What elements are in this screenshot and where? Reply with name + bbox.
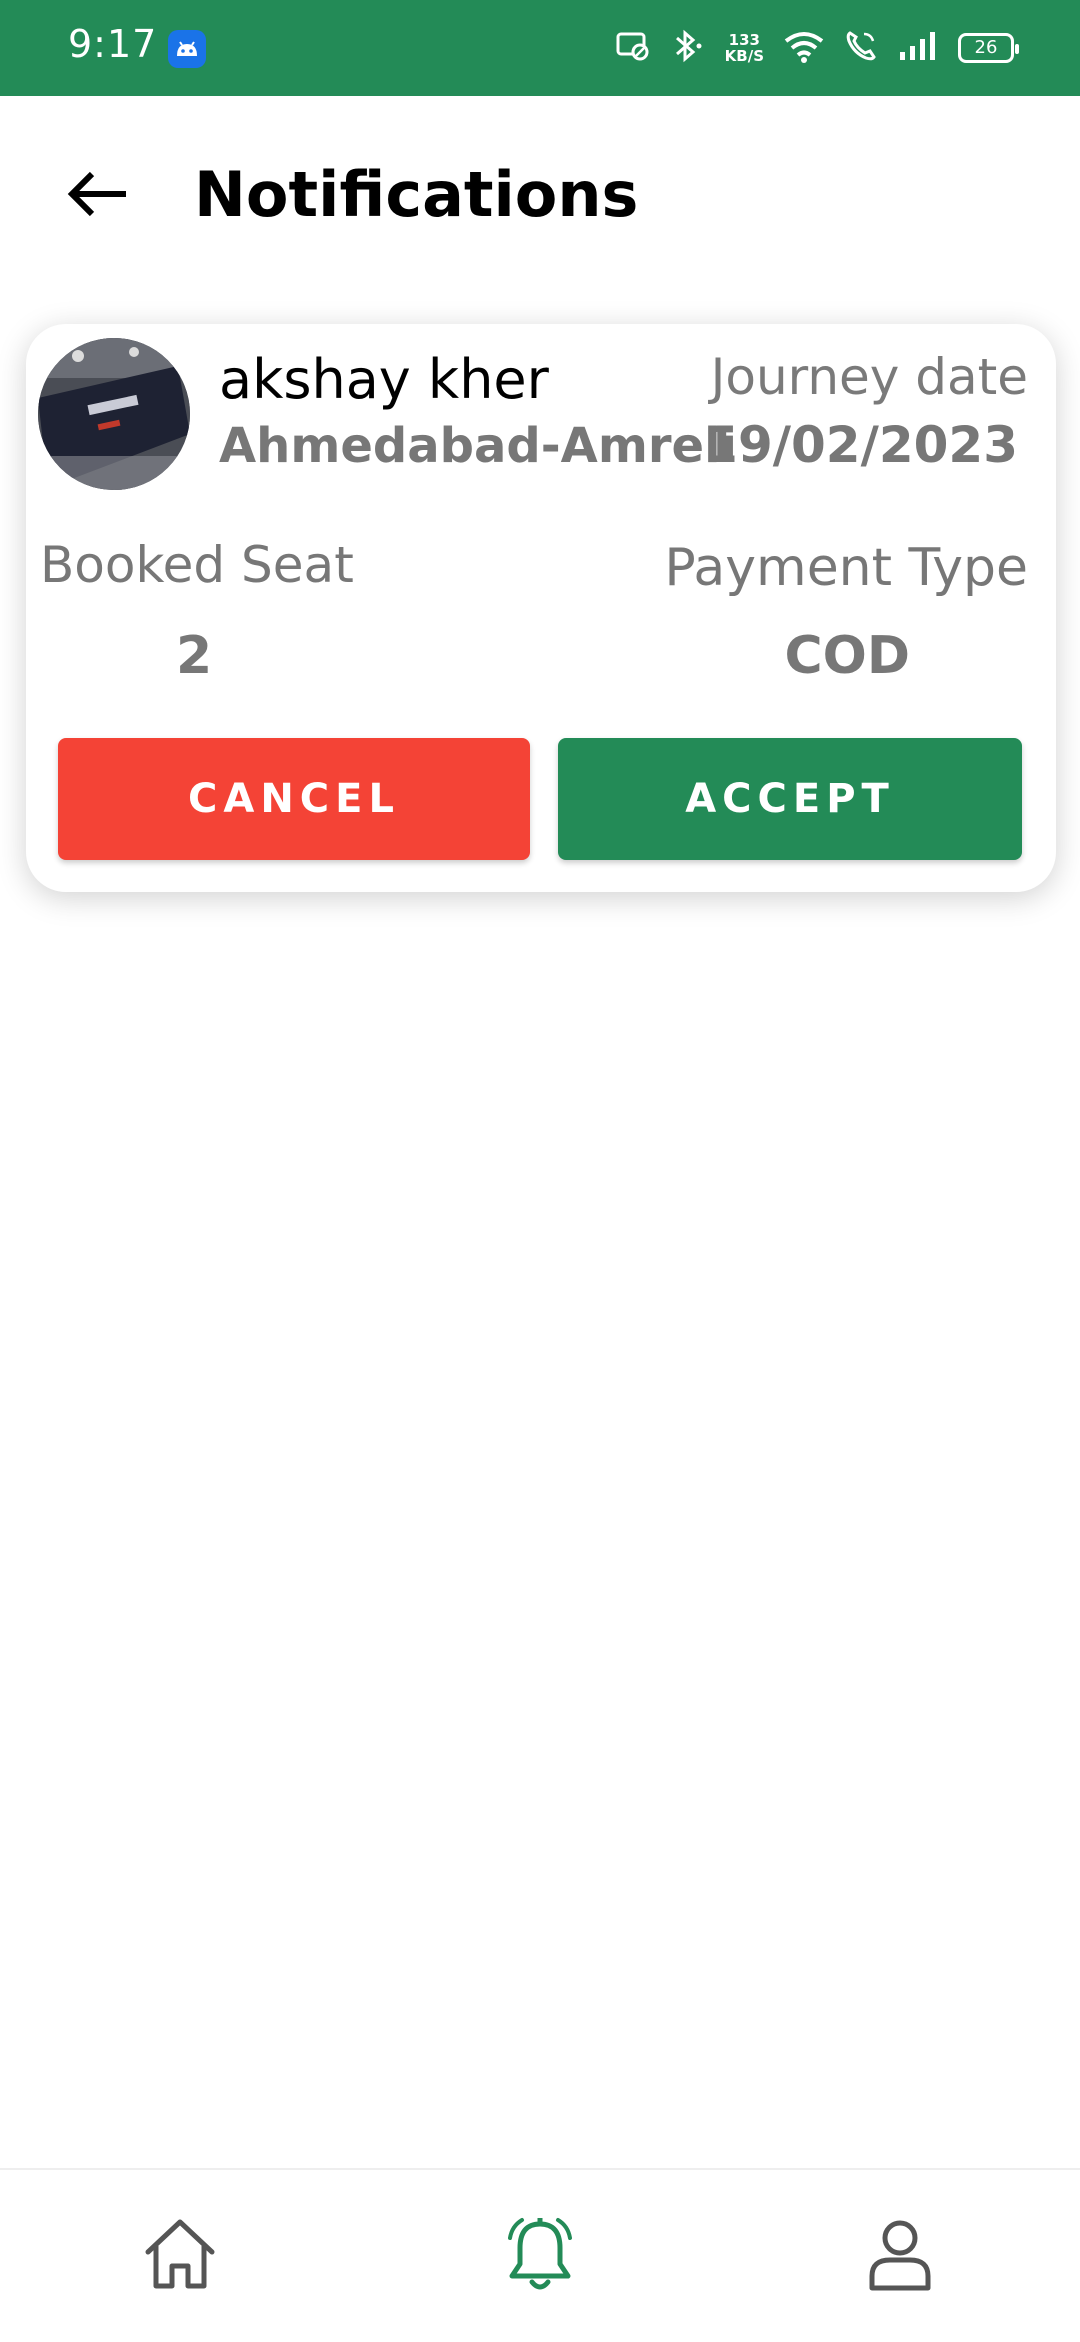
android-app-icon — [168, 30, 206, 68]
status-time: 9:17 — [68, 22, 158, 66]
booked-seat-label: Booked Seat — [40, 536, 354, 594]
bottom-nav — [0, 2168, 1080, 2340]
page-title: Notifications — [194, 158, 639, 231]
journey-date-label: Journey date — [710, 348, 1028, 406]
bell-icon — [500, 2214, 580, 2298]
avatar — [38, 338, 190, 490]
battery-icon: 26 — [958, 33, 1019, 63]
booked-seat-value: 2 — [176, 626, 213, 686]
wifi-icon — [784, 29, 824, 67]
payment-type-label: Payment Type — [664, 538, 1028, 598]
payment-type-value: COD — [784, 626, 910, 686]
wifi-calling-icon — [844, 29, 878, 67]
signal-icon — [898, 30, 938, 66]
cancel-button[interactable]: CANCEL — [58, 738, 530, 860]
status-bar: 9:17 133 KB/S 26 — [0, 0, 1080, 96]
user-icon — [860, 2214, 940, 2298]
journey-date: 19/02/2023 — [703, 416, 1018, 474]
nav-notifications[interactable] — [440, 2170, 640, 2342]
network-speed: 133 KB/S — [724, 31, 764, 65]
app-bar: Notifications — [0, 96, 1080, 296]
bluetooth-icon — [671, 28, 705, 68]
accept-button[interactable]: ACCEPT — [558, 738, 1022, 860]
notification-card: akshay kher Ahmedabad-Amreli Journey dat… — [26, 324, 1056, 892]
passenger-name: akshay kher — [219, 348, 549, 411]
back-arrow-icon[interactable] — [64, 158, 134, 228]
home-icon — [140, 2214, 220, 2298]
nav-profile[interactable] — [800, 2170, 1000, 2342]
route: Ahmedabad-Amreli — [219, 418, 737, 474]
nav-home[interactable] — [80, 2170, 280, 2342]
screen-record-icon — [615, 30, 651, 66]
